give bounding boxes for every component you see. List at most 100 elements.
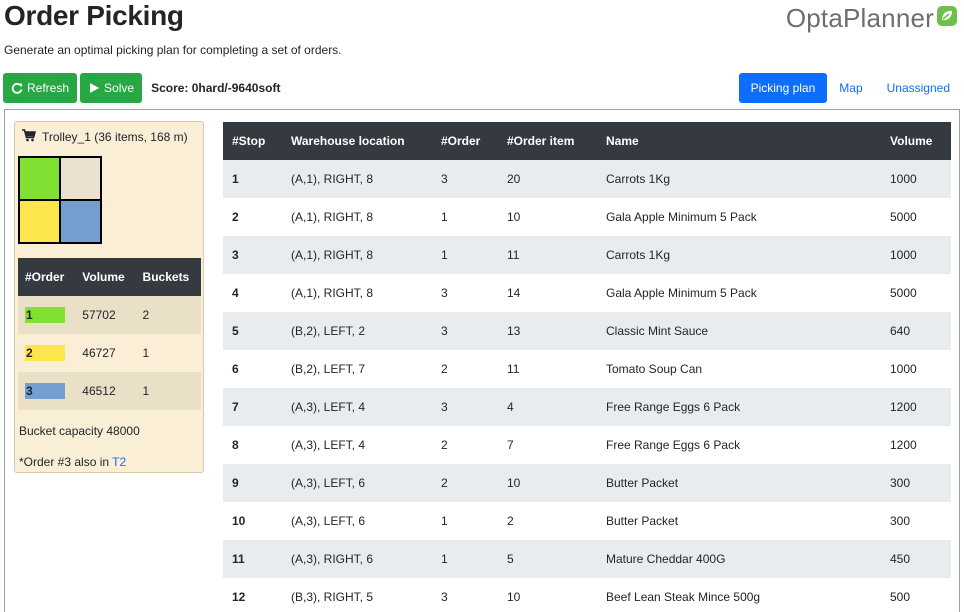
- cell-order-item: 2: [507, 514, 514, 528]
- cell-order-item: 13: [498, 312, 597, 350]
- bucket-capacity: Bucket capacity 48000: [19, 424, 140, 438]
- col-order: #Order: [432, 122, 498, 160]
- optaplanner-logo: OptaPlanner: [786, 3, 958, 34]
- cell-location: (A,3), RIGHT, 6: [282, 540, 432, 578]
- trolley-link-t2[interactable]: T2: [112, 455, 126, 469]
- bucket-1-fill: [20, 158, 47, 199]
- split-order-text: *Order #3 also in: [19, 455, 113, 469]
- cell-order-item: 11: [498, 236, 597, 274]
- cell-name: Gala Apple Minimum 5 Pack: [606, 286, 757, 300]
- order-volume: 46727: [82, 346, 116, 360]
- table-row: 10 (A,3), LEFT, 6 1 2 Butter Packet 300: [223, 502, 951, 540]
- cell-order: 3: [432, 388, 498, 426]
- page-title: Order Picking: [4, 0, 184, 31]
- cell-location: (B,3), RIGHT, 5: [291, 590, 374, 604]
- cell-name: Beef Lean Steak Mince 500g: [606, 590, 761, 604]
- cell-order: 3: [432, 160, 498, 198]
- cell-stop: 4: [232, 286, 239, 300]
- cell-location: (A,1), RIGHT, 8: [282, 160, 432, 198]
- cell-stop: 2: [232, 210, 239, 224]
- cell-location: (A,1), RIGHT, 8: [291, 286, 374, 300]
- table-row: 2 46727 1: [18, 334, 201, 372]
- trolley-summary: (36 items, 168 m): [94, 130, 188, 144]
- col-name: Name: [597, 122, 881, 160]
- cell-volume: 1000: [881, 236, 951, 274]
- cell-order: 1: [432, 236, 498, 274]
- col-warehouse-location: Warehouse location: [282, 122, 432, 160]
- cell-volume: 300: [890, 514, 911, 528]
- cell-name: Free Range Eggs 6 Pack: [597, 388, 881, 426]
- tab-map[interactable]: Map: [827, 73, 874, 103]
- cell-location: (A,3), LEFT, 6: [291, 514, 366, 528]
- cell-stop: 12: [232, 590, 246, 604]
- cell-location: (A,1), RIGHT, 8: [282, 236, 432, 274]
- tab-unassigned[interactable]: Unassigned: [875, 73, 958, 103]
- trolley-header: Trolley_1 (36 items, 168 m): [22, 129, 188, 145]
- tab-picking-plan[interactable]: Picking plan: [738, 73, 828, 103]
- cell-name: Gala Apple Minimum 5 Pack: [606, 210, 757, 224]
- table-row: 3 (A,1), RIGHT, 8 1 11 Carrots 1Kg 1000: [223, 236, 951, 274]
- cell-stop: 9: [223, 464, 282, 502]
- cell-order-item: 7: [507, 438, 514, 452]
- cell-order-item: 10: [507, 590, 521, 604]
- refresh-button[interactable]: Refresh: [3, 73, 78, 103]
- bucket-4: [60, 200, 101, 243]
- refresh-label: Refresh: [27, 81, 70, 95]
- cell-stop: 10: [232, 514, 246, 528]
- table-row: 1 (A,1), RIGHT, 8 3 20 Carrots 1Kg 1000: [223, 160, 951, 198]
- cell-volume: 1000: [881, 160, 951, 198]
- cell-volume: 300: [881, 464, 951, 502]
- picking-plan-body: 1 (A,1), RIGHT, 8 3 20 Carrots 1Kg 1000 2 (A,1…: [223, 160, 951, 612]
- cell-order-item: 10: [507, 210, 521, 224]
- bucket-1: [19, 157, 60, 200]
- cell-name: Classic Mint Sauce: [597, 312, 881, 350]
- cell-order: 2: [441, 362, 448, 376]
- cell-order: 3: [432, 312, 498, 350]
- cell-order-item: 10: [498, 464, 597, 502]
- cell-location: (B,2), LEFT, 7: [291, 362, 366, 376]
- cell-name: Butter Packet: [597, 464, 881, 502]
- order-volume: 46512: [75, 372, 136, 410]
- cell-volume: 5000: [890, 286, 917, 300]
- cell-name: Tomato Soup Can: [606, 362, 703, 376]
- cell-order: 2: [432, 464, 498, 502]
- table-row: 6 (B,2), LEFT, 7 2 11 Tomato Soup Can 1000: [223, 350, 951, 388]
- col-buckets: Buckets: [135, 258, 201, 296]
- cell-location: (A,3), LEFT, 4: [291, 438, 366, 452]
- cell-name: Mature Cheddar 400G: [597, 540, 881, 578]
- order-chip: 1: [25, 307, 65, 323]
- cell-volume: 1200: [881, 388, 951, 426]
- cell-order-item: 5: [498, 540, 597, 578]
- cell-name: Free Range Eggs 6 Pack: [606, 438, 741, 452]
- col-volume: Volume: [75, 258, 136, 296]
- cell-order: 1: [441, 514, 448, 528]
- cell-order-item: 4: [498, 388, 597, 426]
- trolley-name: Trolley_1: [42, 130, 91, 144]
- table-row: 12 (B,3), RIGHT, 5 3 10 Beef Lean Steak Minc…: [223, 578, 951, 612]
- order-chip: 2: [25, 345, 65, 361]
- page-subtitle: Generate an optimal picking plan for com…: [4, 43, 342, 57]
- col-stop: #Stop: [223, 122, 282, 160]
- order-buckets: 2: [135, 296, 201, 334]
- cell-location: (A,3), LEFT, 4: [282, 388, 432, 426]
- cell-name: Carrots 1Kg: [597, 160, 881, 198]
- cell-order-item: 11: [507, 362, 520, 376]
- cell-stop: 1: [223, 160, 282, 198]
- col-order: #Order: [18, 258, 76, 296]
- cell-stop: 5: [223, 312, 282, 350]
- cell-stop: 11: [223, 540, 282, 578]
- table-row: 3 46512 1: [18, 372, 201, 410]
- col-order-item: #Order item: [498, 122, 597, 160]
- table-row: 9 (A,3), LEFT, 6 2 10 Butter Packet 300: [223, 464, 951, 502]
- solve-button[interactable]: Solve: [80, 73, 143, 103]
- logo-text: OptaPlanner: [785, 3, 934, 33]
- trolley-buckets: [18, 156, 102, 244]
- cell-stop: 8: [232, 438, 239, 452]
- table-row: 2 (A,1), RIGHT, 8 1 10 Gala Apple Minimum 5 …: [223, 198, 951, 236]
- bucket-3: [19, 200, 60, 243]
- cell-stop: 3: [223, 236, 282, 274]
- cell-order-item: 14: [507, 286, 521, 300]
- cell-location: (B,2), LEFT, 2: [282, 312, 432, 350]
- cell-order: 1: [432, 540, 498, 578]
- cell-volume: 640: [881, 312, 951, 350]
